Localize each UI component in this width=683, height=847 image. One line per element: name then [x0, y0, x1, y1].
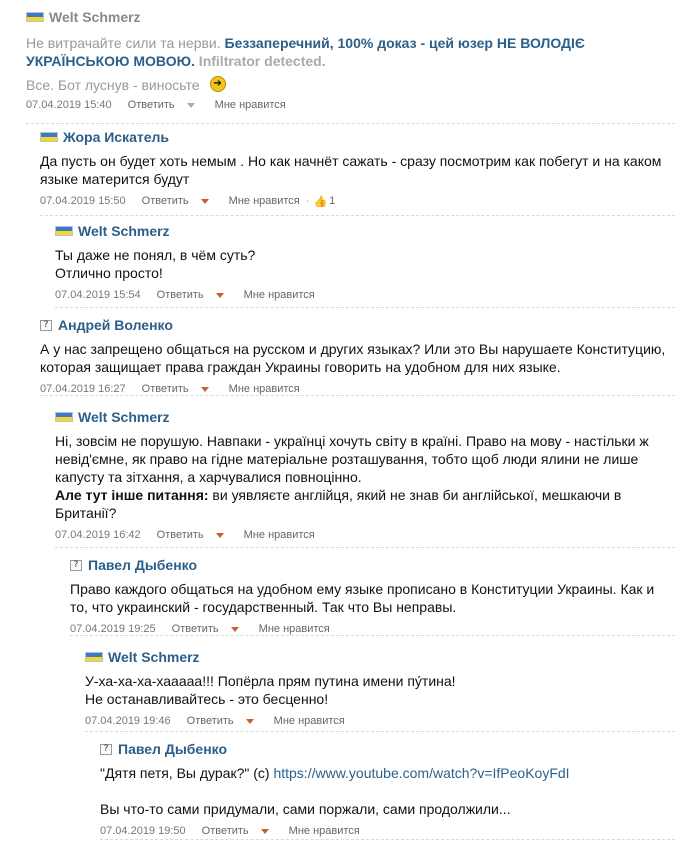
- reply-button[interactable]: Ответить: [202, 825, 249, 837]
- comment-header: Welt Schmerz: [55, 222, 675, 240]
- like-button[interactable]: Мне нравится: [274, 715, 345, 727]
- comment-date: 07.04.2019 15:40: [26, 99, 112, 112]
- author-name[interactable]: Welt Schmerz: [49, 9, 141, 25]
- like-button[interactable]: Мне нравится: [289, 825, 360, 837]
- like-button[interactable]: Мне нравится: [229, 195, 300, 207]
- chevron-down-icon[interactable]: [245, 718, 254, 724]
- reply-button[interactable]: Ответить: [142, 383, 189, 395]
- ukraine-flag-icon: [40, 132, 58, 142]
- comment-meta: 07.04.2019 19:25 Ответить Мне нравится: [70, 622, 675, 636]
- comment-body: Не витрачайте сили та нерви. Беззаперечн…: [26, 34, 675, 94]
- comment-text: Не витрачайте сили та нерви.: [26, 35, 225, 51]
- comment: ? Павел Дыбенко Право каждого общаться н…: [70, 556, 675, 636]
- comment-meta: 07.04.2019 19:50 Ответить Мне нравится: [100, 824, 675, 838]
- chevron-down-icon[interactable]: [200, 198, 209, 204]
- comment-meta: 07.04.2019 16:27 Ответить Мне нравится: [40, 382, 675, 396]
- comment: Welt Schmerz Ты даже не понял, в чём сут…: [55, 222, 675, 308]
- chevron-down-icon[interactable]: [186, 102, 195, 108]
- like-button[interactable]: Мне нравится: [244, 289, 315, 301]
- like-button[interactable]: Мне нравится: [215, 99, 286, 111]
- comment-text-line1: "Дятя петя, Вы дурак?" (с): [100, 765, 274, 781]
- youtube-link[interactable]: https://www.youtube.com/watch?v=IfPeoKoy…: [273, 765, 569, 781]
- comment-body: Ты даже не понял, в чём суть? Отлично пр…: [55, 246, 675, 282]
- ukraine-flag-icon: [55, 226, 73, 236]
- comment-bold-text: Але тут інше питання:: [55, 487, 209, 503]
- reply-button[interactable]: Ответить: [142, 195, 189, 207]
- reply-button[interactable]: Ответить: [157, 529, 204, 541]
- chevron-down-icon[interactable]: [260, 828, 269, 834]
- reply-button[interactable]: Ответить: [128, 99, 175, 111]
- comment-body: Да пусть он будет хоть немым . Но как на…: [40, 152, 675, 188]
- comment-text-line2: Отлично просто!: [55, 265, 163, 281]
- chevron-down-icon[interactable]: [215, 292, 224, 298]
- comments-thread: Welt Schmerz Не витрачайте сили та нерви…: [0, 0, 683, 847]
- reply-button[interactable]: Ответить: [157, 289, 204, 301]
- comment-meta: 07.04.2019 15:50 Ответить Мне нравится ·…: [40, 194, 675, 208]
- comment-text-line2: Вы что-то сами придумали, сами поржали, …: [100, 801, 511, 817]
- unknown-country-icon: ?: [100, 743, 112, 755]
- comment-text: Ні, зовсім не порушую. Навпаки - українц…: [55, 433, 649, 485]
- comment-text-line1: У-ха-ха-ха-хааааа!!! Попёрла прям путина…: [85, 673, 456, 689]
- comment-body: А у нас запрещено общаться на русском и …: [40, 340, 675, 376]
- chevron-down-icon[interactable]: [230, 626, 239, 632]
- comment-text: Право каждого общаться на удобном ему яз…: [70, 581, 655, 615]
- comment-date: 07.04.2019 19:50: [100, 825, 186, 837]
- comment-text-line1: Ты даже не понял, в чём суть?: [55, 247, 256, 263]
- author-name[interactable]: Павел Дыбенко: [88, 557, 197, 573]
- ukraine-flag-icon: [26, 12, 44, 22]
- comment-body: Право каждого общаться на удобном ему яз…: [70, 580, 675, 616]
- comment-text-line2: Все. Бот луснув - виносьте: [26, 77, 200, 93]
- reply-button[interactable]: Ответить: [172, 623, 219, 635]
- unknown-country-icon: ?: [40, 319, 52, 331]
- comment: Welt Schmerz Не витрачайте сили та нерви…: [26, 8, 675, 124]
- chevron-down-icon[interactable]: [215, 532, 224, 538]
- comment-header: ? Павел Дыбенко: [70, 556, 675, 574]
- like-button[interactable]: Мне нравится: [244, 529, 315, 541]
- comment-body: Ні, зовсім не порушую. Навпаки - українц…: [55, 432, 675, 522]
- comment-body: "Дятя петя, Вы дурак?" (с) https://www.y…: [100, 764, 675, 818]
- comment-date: 07.04.2019 15:50: [40, 195, 126, 207]
- arrow-right-icon[interactable]: ➔: [209, 76, 226, 93]
- like-button[interactable]: Мне нравится: [229, 383, 300, 395]
- author-name[interactable]: Welt Schmerz: [108, 649, 200, 665]
- author-name[interactable]: Welt Schmerz: [78, 409, 170, 425]
- comment-meta: 07.04.2019 15:54 Ответить Мне нравится: [55, 288, 675, 302]
- author-name[interactable]: Андрей Воленко: [58, 317, 173, 333]
- comment-text: Да пусть он будет хоть немым . Но как на…: [40, 153, 662, 187]
- comment-header: Жора Искатель: [40, 128, 675, 146]
- thumbs-up-icon: 👍: [313, 195, 328, 208]
- comment-meta: 07.04.2019 16:42 Ответить Мне нравится: [55, 528, 675, 542]
- ukraine-flag-icon: [85, 652, 103, 662]
- comment-meta: 07.04.2019 15:40 Ответить Мне нравится: [26, 98, 675, 112]
- comment: Welt Schmerz Ні, зовсім не порушую. Навп…: [55, 408, 675, 548]
- comment-text-line2: Не останавливайтесь - это бесценно!: [85, 691, 329, 707]
- comment-header: ? Андрей Воленко: [40, 316, 675, 334]
- comment-header: Welt Schmerz: [55, 408, 675, 426]
- like-button[interactable]: Мне нравится: [259, 623, 330, 635]
- comment-header: Welt Schmerz: [26, 8, 675, 26]
- comment: ? Андрей Воленко А у нас запрещено общат…: [40, 316, 675, 396]
- unknown-country-icon: ?: [70, 559, 82, 571]
- comment: Жора Искатель Да пусть он будет хоть нем…: [40, 128, 675, 216]
- comment-meta: 07.04.2019 19:46 Ответить Мне нравится: [85, 714, 675, 728]
- comment: Welt Schmerz У-ха-ха-ха-хааааа!!! Попёрл…: [85, 648, 675, 732]
- chevron-down-icon[interactable]: [200, 386, 209, 392]
- comment-grey-bold-text: Infiltrator detected.: [194, 53, 326, 69]
- comment-date: 07.04.2019 16:42: [55, 529, 141, 541]
- comment-date: 07.04.2019 15:54: [55, 289, 141, 301]
- author-name[interactable]: Welt Schmerz: [78, 223, 170, 239]
- author-name[interactable]: Павел Дыбенко: [118, 741, 227, 757]
- comment: ? Павел Дыбенко "Дятя петя, Вы дурак?" (…: [100, 740, 675, 840]
- ukraine-flag-icon: [55, 412, 73, 422]
- comment-body: У-ха-ха-ха-хааааа!!! Попёрла прям путина…: [85, 672, 675, 708]
- comment-date: 07.04.2019 19:46: [85, 715, 171, 727]
- comment-header: ? Павел Дыбенко: [100, 740, 675, 758]
- comment-header: Welt Schmerz: [85, 648, 675, 666]
- reply-button[interactable]: Ответить: [187, 715, 234, 727]
- like-count: · 👍 1: [305, 195, 336, 208]
- comment-text: А у нас запрещено общаться на русском и …: [40, 341, 666, 375]
- comment-date: 07.04.2019 19:25: [70, 623, 156, 635]
- comment-date: 07.04.2019 16:27: [40, 383, 126, 395]
- author-name[interactable]: Жора Искатель: [63, 129, 169, 145]
